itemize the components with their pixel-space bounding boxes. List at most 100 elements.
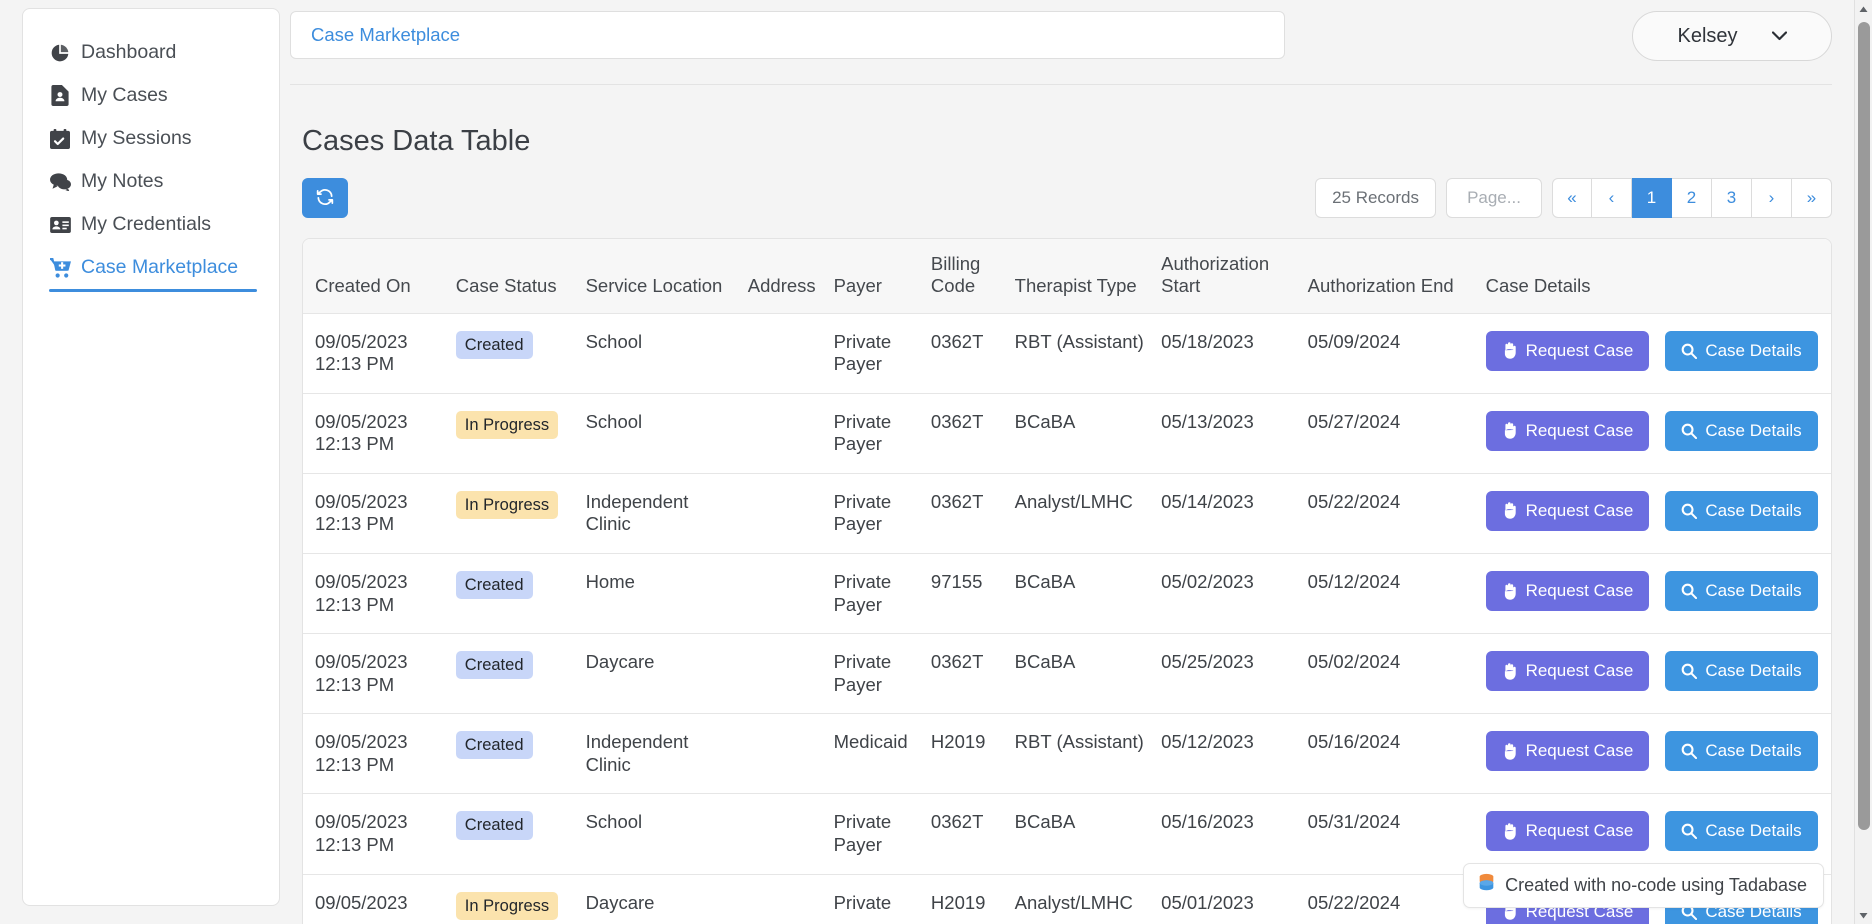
page-title: Cases Data Table	[302, 125, 531, 157]
hand-icon	[1502, 342, 1518, 359]
request-case-button[interactable]: Request Case	[1485, 490, 1650, 531]
created-date: 09/05/2023	[315, 571, 408, 593]
page-input[interactable]: Page...	[1446, 178, 1542, 218]
table-row[interactable]: 09/05/2023 12:13 PM Created Daycare Private …	[303, 633, 1831, 714]
cell-address	[747, 553, 834, 634]
user-name-label: Kelsey	[1677, 24, 1738, 47]
cell-case-status: In Progress	[455, 472, 586, 554]
pagination-page-3[interactable]: 3	[1712, 178, 1752, 218]
pagination-first[interactable]: «	[1552, 178, 1592, 218]
cell-service-location: Home	[585, 553, 748, 634]
pagination-last[interactable]: »	[1792, 178, 1832, 218]
sidebar-item-my-notes[interactable]: My Notes	[23, 160, 279, 203]
user-menu-button[interactable]: Kelsey	[1632, 11, 1832, 61]
cell-created-on: 09/05/2023 12:13 PM	[303, 793, 456, 875]
table-head: Created On Case Status Service Location Add…	[303, 239, 1831, 314]
case-details-button[interactable]: Case Details	[1665, 410, 1818, 451]
created-time: 12:13 PM	[315, 593, 395, 615]
app-root: Dashboard My Cases My Sessions My Notes My C…	[0, 0, 1872, 924]
sidebar-item-label: Dashboard	[81, 41, 177, 63]
cell-case-status: Created	[455, 793, 586, 875]
cell-service-location: Independent Clinic	[585, 472, 748, 554]
cell-therapist-type: BCaBA	[1014, 553, 1162, 634]
scroll-up-arrow-icon[interactable]	[1855, 0, 1872, 18]
case-details-label: Case Details	[1705, 420, 1802, 440]
table-row[interactable]: 09/05/2023 12:13 PM Created School Private P…	[303, 793, 1831, 875]
sidebar-item-my-cases[interactable]: My Cases	[23, 74, 279, 117]
cell-billing-code: 0362T	[930, 312, 1015, 394]
page-scrollbar[interactable]	[1854, 0, 1872, 924]
pagination-page-1[interactable]: 1	[1632, 178, 1672, 218]
cell-payer: Medicaid	[833, 713, 931, 794]
breadcrumb-bar[interactable]: Case Marketplace	[290, 11, 1285, 59]
cell-case-status: Created	[455, 553, 586, 634]
hand-icon	[1502, 662, 1518, 680]
refresh-button[interactable]	[302, 178, 348, 218]
scroll-down-arrow-icon[interactable]	[1855, 906, 1872, 924]
request-case-button[interactable]: Request Case	[1485, 330, 1650, 371]
column-header-authorization-start[interactable]: Authorization Start	[1161, 239, 1308, 314]
case-details-button[interactable]: Case Details	[1665, 731, 1818, 772]
column-header-address[interactable]: Address	[747, 239, 834, 314]
case-details-button[interactable]: Case Details	[1665, 811, 1818, 852]
pagination-prev[interactable]: ‹	[1592, 178, 1632, 218]
cell-authorization-start: 05/14/2023	[1161, 472, 1308, 554]
pagination-buttons: « ‹ 1 2 3 › »	[1552, 178, 1832, 218]
cell-case-details: Request Case Case Details	[1485, 633, 1831, 714]
table-row[interactable]: 09/05/2023 12:13 PM Created Home Private Pay…	[303, 553, 1831, 634]
scrollbar-thumb[interactable]	[1858, 22, 1870, 830]
case-details-button[interactable]: Case Details	[1665, 490, 1818, 531]
sidebar-item-dashboard[interactable]: Dashboard	[23, 31, 279, 74]
request-case-button[interactable]: Request Case	[1485, 731, 1650, 772]
column-header-authorization-end[interactable]: Authorization End	[1307, 239, 1486, 314]
sidebar-item-case-marketplace[interactable]: Case Marketplace	[23, 246, 279, 292]
sidebar-item-my-credentials[interactable]: My Credentials	[23, 203, 279, 246]
cell-created-on: 09/05/2023 12:13 PM	[303, 312, 456, 394]
column-header-payer[interactable]: Payer	[833, 239, 931, 314]
case-details-button[interactable]: Case Details	[1665, 651, 1818, 692]
status-badge: Created	[455, 330, 533, 359]
pagination-next[interactable]: ›	[1752, 178, 1792, 218]
column-header-therapist-type[interactable]: Therapist Type	[1014, 239, 1162, 314]
case-details-button[interactable]: Case Details	[1665, 571, 1818, 612]
records-count-button[interactable]: 25 Records	[1315, 178, 1436, 218]
column-header-service-location[interactable]: Service Location	[585, 239, 748, 314]
cell-case-details: Request Case Case Details	[1485, 793, 1831, 875]
case-details-label: Case Details	[1705, 661, 1802, 681]
sidebar-item-label: My Sessions	[81, 127, 192, 149]
cell-therapist-type: Analyst/LMHC	[1014, 873, 1162, 924]
cell-authorization-start: 05/13/2023	[1161, 392, 1308, 474]
status-badge: In Progress	[455, 410, 559, 439]
breadcrumb-link[interactable]: Case Marketplace	[311, 24, 460, 46]
hand-icon	[1502, 823, 1518, 840]
row-actions: Request Case Case Details	[1485, 651, 1821, 692]
table-row[interactable]: 09/05/2023 12:13 PM Created School Private P…	[303, 312, 1831, 394]
cell-case-status: Created	[455, 312, 586, 394]
case-details-button[interactable]: Case Details	[1665, 330, 1818, 371]
request-case-button[interactable]: Request Case	[1485, 571, 1650, 612]
column-header-case-status[interactable]: Case Status	[455, 239, 586, 314]
column-header-billing-code[interactable]: Billing Code	[930, 239, 1015, 314]
table-row[interactable]: 09/05/2023 12:13 PM In Progress School Priva…	[303, 392, 1831, 474]
request-case-button[interactable]: Request Case	[1485, 811, 1650, 852]
table-header-row: Created On Case Status Service Location Add…	[303, 239, 1831, 314]
table-row[interactable]: 09/05/2023 12:13 PM Created Independent Cli…	[303, 713, 1831, 794]
cell-therapist-type: Analyst/LMHC	[1014, 472, 1162, 554]
column-header-case-details[interactable]: Case Details	[1485, 239, 1831, 314]
sidebar-item-my-sessions[interactable]: My Sessions	[23, 117, 279, 160]
row-actions: Request Case Case Details	[1485, 490, 1821, 531]
column-header-created-on[interactable]: Created On	[303, 239, 456, 314]
request-case-button[interactable]: Request Case	[1485, 410, 1650, 451]
created-time: 12:13 PM	[315, 673, 395, 695]
cell-billing-code: 0362T	[930, 633, 1015, 714]
cell-service-location: Daycare	[585, 873, 748, 924]
created-time: 12:13 PM	[315, 833, 395, 855]
pagination-page-2[interactable]: 2	[1672, 178, 1712, 218]
request-case-button[interactable]: Request Case	[1485, 651, 1650, 692]
table-row[interactable]: 09/05/2023 12:13 PM In Progress Independent…	[303, 472, 1831, 554]
sidebar-item-label: My Credentials	[81, 213, 212, 235]
case-details-label: Case Details	[1705, 500, 1802, 520]
cell-payer: Private	[833, 873, 931, 924]
sidebar-container: Dashboard My Cases My Sessions My Notes My C…	[0, 0, 282, 924]
cart-plus-icon	[49, 257, 71, 279]
